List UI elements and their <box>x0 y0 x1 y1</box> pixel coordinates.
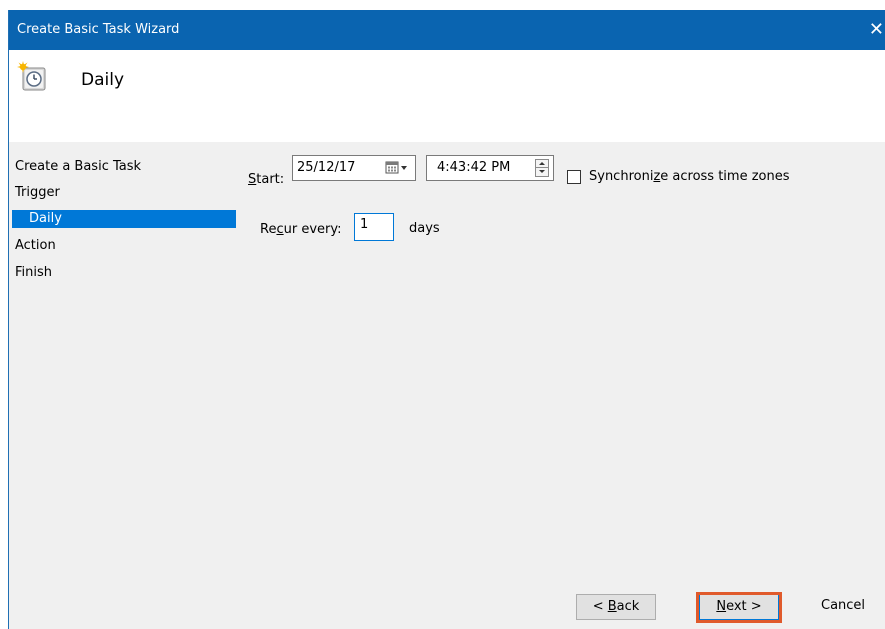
sync-time-zones-label[interactable]: Synchronize across time zones <box>589 169 790 184</box>
next-button[interactable]: Next > <box>699 594 779 620</box>
back-button[interactable]: < Back <box>576 594 656 620</box>
recur-every-label: Recur every: <box>260 222 342 237</box>
start-label: Start: <box>248 172 285 187</box>
nav-step-trigger[interactable]: Trigger <box>15 182 60 204</box>
start-date-picker[interactable]: 25/12/17 <box>292 155 416 181</box>
recur-every-value: 1 <box>360 217 369 232</box>
nav-step-action[interactable]: Action <box>15 235 56 257</box>
nav-step-finish[interactable]: Finish <box>15 262 52 284</box>
wizard-header: Daily <box>9 50 885 142</box>
cancel-button[interactable]: Cancel <box>799 594 885 620</box>
daily-trigger-form: Start: 25/12/17 4:43:42 PM Synchronize a… <box>236 144 885 629</box>
window-title: Create Basic Task Wizard <box>17 22 180 37</box>
sync-time-zones-checkbox[interactable] <box>567 170 581 184</box>
spinner-down-icon[interactable] <box>536 168 548 176</box>
recur-every-input[interactable]: 1 <box>354 213 394 241</box>
time-spinner[interactable] <box>535 159 549 177</box>
start-time-picker[interactable]: 4:43:42 PM <box>426 155 554 181</box>
wizard-window: Create Basic Task Wizard ✕ Daily Create … <box>8 10 885 629</box>
start-date-value: 25/12/17 <box>297 160 356 175</box>
recur-unit-label: days <box>409 221 440 236</box>
scheduled-task-clock-icon <box>17 61 49 95</box>
start-time-value: 4:43:42 PM <box>437 160 511 175</box>
close-button[interactable]: ✕ <box>856 10 885 50</box>
spinner-up-icon[interactable] <box>536 160 548 168</box>
wizard-steps-nav: Create a Basic Task Trigger Daily Action… <box>9 144 236 629</box>
title-bar[interactable]: Create Basic Task Wizard ✕ <box>9 10 885 50</box>
page-title: Daily <box>81 70 125 90</box>
nav-step-daily[interactable]: Daily <box>12 210 236 228</box>
nav-step-create-basic-task[interactable]: Create a Basic Task <box>15 156 141 178</box>
calendar-dropdown-icon[interactable] <box>385 160 411 176</box>
